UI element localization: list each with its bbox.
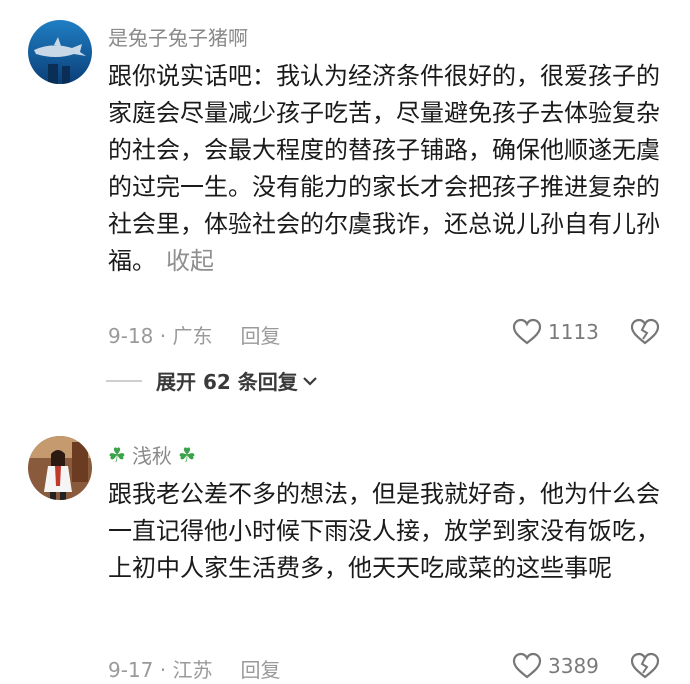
like-count: 1113 <box>548 320 599 344</box>
expand-replies-label: 展开 62 条回复 <box>156 370 298 394</box>
avatar[interactable] <box>28 20 92 84</box>
date-location: 9-17 · 江苏 <box>108 658 213 682</box>
collapse-link[interactable]: 收起 <box>166 247 214 275</box>
like-count: 3389 <box>548 654 599 678</box>
comment-body: 跟我老公差不多的想法，但是我就好奇，他为什么会一直记得他小时候下雨没人接，放学到… <box>108 480 660 582</box>
expand-replies-button[interactable]: 展开 62 条回复 <box>106 366 318 395</box>
chevron-down-icon <box>302 376 317 386</box>
four-leaf-clover-icon: ☘ <box>177 442 196 467</box>
broken-heart-icon <box>630 652 660 679</box>
like-button[interactable]: 3389 <box>512 652 599 680</box>
username[interactable]: 是兔子兔子猪啊 <box>108 22 248 51</box>
like-button[interactable]: 1113 <box>512 318 599 346</box>
heart-icon <box>512 318 542 345</box>
divider-line <box>106 379 142 382</box>
reply-button[interactable]: 回复 <box>240 654 280 683</box>
dislike-button[interactable] <box>630 652 660 684</box>
heart-icon <box>512 652 542 679</box>
comment-body: 跟你说实话吧：我认为经济条件很好的，很爱孩子的家庭会尽量减少孩子吃苦，尽量避免孩… <box>108 62 660 275</box>
comment-text: 跟你说实话吧：我认为经济条件很好的，很爱孩子的家庭会尽量减少孩子吃苦，尽量避免孩… <box>108 58 668 280</box>
comment-text: 跟我老公差不多的想法，但是我就好奇，他为什么会一直记得他小时候下雨没人接，放学到… <box>108 476 668 587</box>
comment-meta: 9-17 · 江苏 回复 <box>108 654 280 683</box>
dislike-button[interactable] <box>630 318 660 350</box>
shark-avatar-icon <box>28 20 92 84</box>
username[interactable]: ☘ 浅秋 ☘ <box>108 440 196 469</box>
four-leaf-clover-icon: ☘ <box>108 442 126 467</box>
woman-avatar-icon <box>28 436 92 500</box>
username-text: 浅秋 <box>131 444 172 468</box>
username-text: 是兔子兔子猪啊 <box>108 26 248 50</box>
reply-button[interactable]: 回复 <box>240 320 280 349</box>
broken-heart-icon <box>630 318 660 345</box>
avatar[interactable] <box>28 436 92 500</box>
date-location: 9-18 · 广东 <box>108 324 213 348</box>
comment-meta: 9-18 · 广东 回复 <box>108 320 280 349</box>
